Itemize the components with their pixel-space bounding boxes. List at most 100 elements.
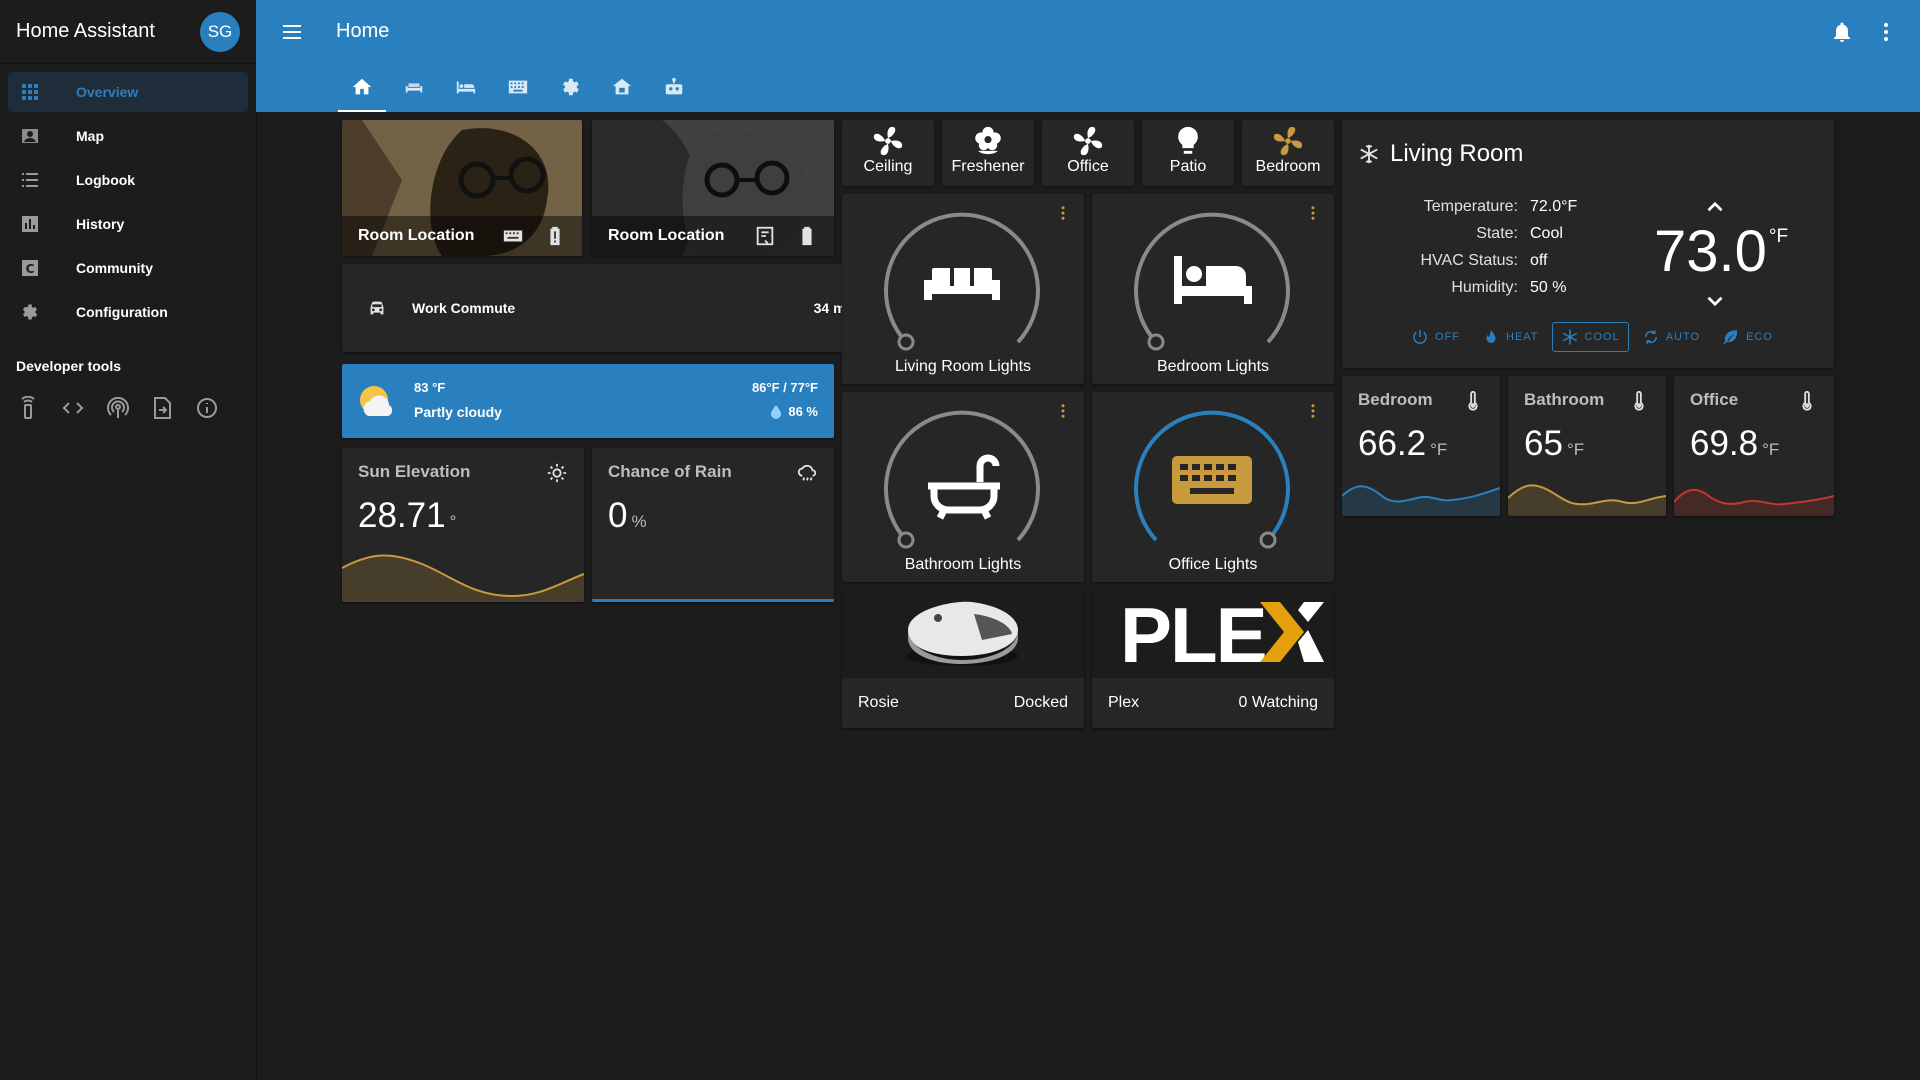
sun-elevation-sparkline <box>342 554 584 602</box>
sidebar-item-logbook[interactable]: Logbook <box>8 160 248 200</box>
office-temperature-sparkline <box>1674 488 1834 516</box>
sidebar-item-history[interactable]: History <box>8 204 248 244</box>
office-fan-button[interactable]: Office <box>1042 120 1134 186</box>
code-icon[interactable] <box>61 396 106 420</box>
commute-card[interactable]: Work Commute 34 min <box>342 264 874 352</box>
sidebar-item-community[interactable]: C Community <box>8 248 248 288</box>
gear-icon <box>563 78 579 96</box>
attribute-value: Cool <box>1530 225 1563 242</box>
weather-humidity: 86 % <box>770 404 818 419</box>
chevron-up-icon[interactable] <box>1702 194 1728 220</box>
mode-cool-button[interactable]: COOL <box>1551 322 1629 352</box>
info-icon[interactable] <box>195 396 240 420</box>
light-name: Bedroom Lights <box>1156 358 1270 375</box>
attribute-key: Humidity: <box>1451 279 1518 296</box>
bathroom-temperature-card[interactable]: Bathroom 65 °F <box>1508 376 1666 516</box>
chevron-down-icon[interactable] <box>1702 288 1728 314</box>
light-card-living-room[interactable]: Living Room Lights <box>842 194 1084 384</box>
file-export-icon[interactable] <box>150 396 195 420</box>
sensor-name: Sun Elevation <box>358 462 471 481</box>
thermostat-attributes: Temperature: 72.0°F State: Cool HVAC Statu… <box>1372 198 1577 306</box>
sun-elevation-card[interactable]: Sun Elevation 28.71 ° <box>342 448 584 602</box>
bedroom-temperature-card[interactable]: Bedroom 66.2 °F <box>1342 376 1500 516</box>
camera-card[interactable]: Room Location <box>342 120 582 256</box>
tab-office[interactable] <box>492 70 544 112</box>
battery-alert-icon[interactable] <box>544 225 566 247</box>
mode-eco-button[interactable]: ECO <box>1713 322 1782 352</box>
brightness-slider[interactable] <box>1126 408 1298 558</box>
sidebar-item-overview[interactable]: Overview <box>8 72 248 112</box>
more-vert-icon[interactable] <box>1304 204 1322 222</box>
button-label: Freshener <box>951 158 1025 175</box>
ceiling-fan-button[interactable]: Ceiling <box>842 120 934 186</box>
flower-icon <box>975 126 1001 155</box>
more-vert-icon[interactable] <box>1304 402 1322 420</box>
sidebar: Home Assistant SG Overview Map Logbook H… <box>0 0 257 1080</box>
fan-icon <box>1273 126 1303 156</box>
freshener-button[interactable]: Freshener <box>942 120 1034 186</box>
podcast-icon[interactable] <box>106 396 151 420</box>
brightness-slider[interactable] <box>1126 210 1298 360</box>
light-card-office[interactable]: Office Lights <box>1092 392 1334 582</box>
tab-home[interactable] <box>336 70 388 112</box>
sensor-name: Chance of Rain <box>608 462 732 481</box>
overflow-menu-icon[interactable] <box>1874 20 1898 44</box>
mode-heat-button[interactable]: HEAT <box>1473 322 1548 352</box>
patio-light-button[interactable]: Patio <box>1142 120 1234 186</box>
sidebar-item-configuration[interactable]: Configuration <box>8 292 248 332</box>
sidebar-item-label: History <box>76 216 125 232</box>
chance-of-rain-card[interactable]: Chance of Rain 0% <box>592 448 834 602</box>
camera-label: Room Location <box>358 227 475 244</box>
more-vert-icon[interactable] <box>1054 402 1072 420</box>
plex-card[interactable]: PLE Plex 0 Watching <box>1092 590 1334 728</box>
bedroom-fan-button[interactable]: Bedroom <box>1242 120 1334 186</box>
vacuum-card[interactable]: Rosie Docked <box>842 590 1084 728</box>
user-avatar[interactable]: SG <box>200 11 240 52</box>
leaf-icon <box>1723 330 1738 345</box>
bell-icon[interactable] <box>1830 20 1854 44</box>
plex-logo: PLE <box>1092 590 1334 678</box>
menu-icon[interactable] <box>280 20 304 44</box>
vacuum-image <box>842 590 1084 678</box>
remote-icon[interactable] <box>16 396 61 420</box>
attribute-key: State: <box>1476 225 1518 242</box>
light-card-bathroom[interactable]: Bathroom Lights <box>842 392 1084 582</box>
battery-icon[interactable] <box>796 225 818 247</box>
brightness-slider[interactable] <box>876 210 1048 360</box>
camera-card[interactable]: Room Location <box>592 120 834 256</box>
fan-icon <box>873 126 903 156</box>
thermostat-title: Living Room <box>1358 140 1523 168</box>
partly-cloudy-icon <box>360 386 393 416</box>
target-temperature: 73.0 °F <box>1654 218 1788 285</box>
sensor-name: Office <box>1690 390 1739 409</box>
more-vert-icon[interactable] <box>1054 204 1072 222</box>
bedroom-temperature-sparkline <box>1342 485 1500 516</box>
sidebar-header: Home Assistant SG <box>0 0 256 64</box>
autorenew-icon <box>1644 330 1657 344</box>
tab-settings[interactable] <box>544 70 596 112</box>
office-temperature-card[interactable]: Office 69.8 °F <box>1674 376 1834 516</box>
sensor-value-number: 28.71 <box>358 496 446 535</box>
light-card-bedroom[interactable]: Bedroom Lights <box>1092 194 1334 384</box>
sidebar-item-map[interactable]: Map <box>8 116 248 156</box>
tab-bedroom[interactable] <box>440 70 492 112</box>
attribute-value: 72.0°F <box>1530 198 1578 215</box>
keyboard-icon[interactable] <box>502 225 524 247</box>
humidity-value: 86 % <box>788 404 818 419</box>
sensor-unit: °F <box>1566 440 1585 459</box>
tab-living-room[interactable] <box>388 70 440 112</box>
sensor-value-number: 0 <box>608 496 628 535</box>
tab-home-roof[interactable] <box>596 70 648 112</box>
weather-card[interactable]: 83 °F Partly cloudy 86°F / 77°F 86 % <box>342 364 834 438</box>
desk-lamp-icon[interactable] <box>754 225 776 247</box>
brightness-slider[interactable] <box>876 408 1048 558</box>
mode-auto-button[interactable]: AUTO <box>1633 322 1709 352</box>
tab-robot[interactable] <box>648 70 700 112</box>
sidebar-item-label: Community <box>76 260 153 276</box>
sensor-unit: ° <box>449 512 457 531</box>
camera-label: Room Location <box>608 227 725 244</box>
button-label: Ceiling <box>863 158 913 175</box>
snowflake-icon <box>1360 144 1378 164</box>
thermostat-name: Living Room <box>1390 140 1524 167</box>
mode-off-button[interactable]: OFF <box>1402 322 1469 352</box>
